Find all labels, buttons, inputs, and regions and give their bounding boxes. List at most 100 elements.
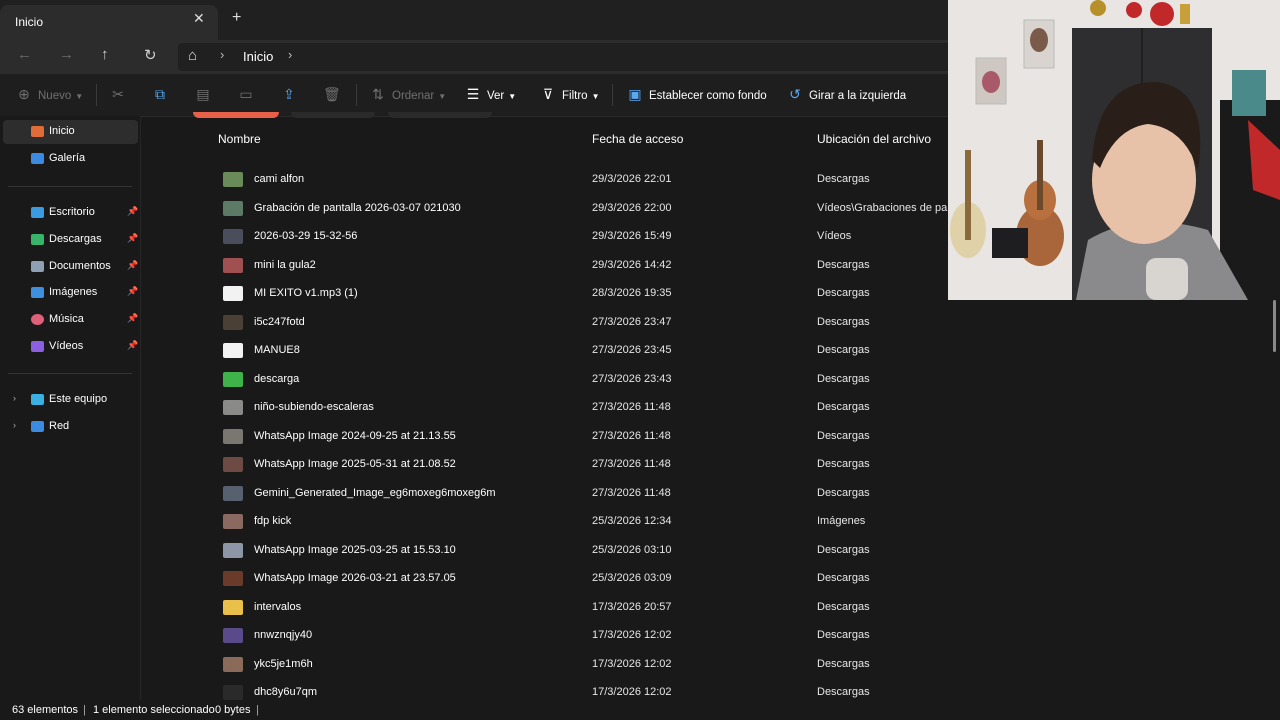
home-icon[interactable]: ⌂ (188, 47, 197, 64)
file-thumbnail-icon (223, 343, 243, 358)
sidebar-item-imagenes[interactable]: Imágenes 📌 (3, 281, 138, 305)
view-button[interactable]: ☰ Ver ▼ (465, 86, 516, 103)
file-name: WhatsApp Image 2025-05-31 at 21.08.52 (254, 458, 456, 470)
video-icon (31, 341, 44, 352)
rotate-left-button[interactable]: ↺ Girar a la izquierda (787, 86, 906, 103)
sort-button[interactable]: ⇅ Ordenar ▼ (370, 86, 446, 103)
arrow-up-icon[interactable]: ↑ (101, 46, 109, 63)
file-thumbnail-icon (223, 514, 243, 529)
divider (612, 84, 613, 106)
file-location: Descargas (817, 572, 870, 584)
refresh-icon[interactable]: ↻ (144, 46, 157, 64)
file-thumbnail-icon (223, 685, 243, 700)
pin-icon[interactable]: 📌 (127, 340, 138, 351)
status-separator: | (83, 704, 86, 716)
file-row[interactable]: Gemini_Generated_Image_eg6moxeg6moxeg6m 2… (141, 479, 1280, 507)
sidebar-item-red[interactable]: › Red (3, 415, 138, 439)
sidebar-item-este-equipo[interactable]: › Este equipo (3, 388, 138, 412)
chevron-right-icon[interactable]: › (13, 393, 16, 403)
file-location: Descargas (817, 686, 870, 698)
file-row[interactable]: WhatsApp Image 2024-09-25 at 21.13.55 27/… (141, 422, 1280, 450)
selection-count: 1 elemento seleccionado (93, 704, 215, 716)
file-location: Descargas (817, 258, 870, 271)
set-background-button[interactable]: ▣ Establecer como fondo (627, 86, 766, 103)
sidebar-item-galeria[interactable]: Galería (3, 147, 138, 171)
file-row[interactable]: i5c247fotd 27/3/2026 23:47 Descargas (141, 308, 1280, 336)
file-thumbnail-icon (223, 542, 243, 558)
file-location: Vídeos (817, 230, 852, 242)
sidebar-item-inicio[interactable]: Inicio (3, 120, 138, 144)
pin-icon[interactable]: 📌 (127, 260, 138, 271)
music-icon (31, 314, 44, 325)
file-accessed-date: 17/3/2026 12:02 (592, 686, 672, 698)
file-name: mini la gula2 (254, 258, 316, 271)
file-row[interactable]: MANUE8 27/3/2026 23:45 Descargas (141, 336, 1280, 364)
file-row[interactable]: WhatsApp Image 2025-03-25 at 15.53.10 25/… (141, 536, 1280, 564)
column-header-name[interactable]: Nombre (218, 132, 261, 146)
rename-icon[interactable]: ▭ (238, 86, 260, 103)
pin-icon[interactable]: 📌 (127, 233, 138, 244)
chevron-right-icon[interactable]: › (220, 47, 224, 62)
arrow-left-icon[interactable]: ← (17, 46, 32, 63)
tab-title: Inicio (15, 15, 44, 29)
file-accessed-date: 28/3/2026 19:35 (592, 287, 672, 299)
address-bar[interactable]: ⌂ › Inicio › (178, 43, 958, 71)
chevron-right-icon[interactable]: › (288, 47, 292, 62)
file-thumbnail-icon (223, 200, 243, 216)
tab-inicio[interactable]: Inicio ✕ (0, 5, 218, 40)
file-row[interactable]: WhatsApp Image 2025-05-31 at 21.08.52 27/… (141, 450, 1280, 478)
file-row[interactable]: intervalos 17/3/2026 20:57 Descargas (141, 593, 1280, 621)
trash-icon[interactable]: 🗑 (323, 86, 345, 103)
file-thumbnail-icon (223, 257, 243, 273)
filter-chip[interactable] (388, 112, 492, 118)
file-accessed-date: 27/3/2026 23:47 (592, 315, 672, 328)
file-name: WhatsApp Image 2026-03-21 at 23.57.05 (254, 572, 456, 584)
sidebar-item-musica[interactable]: Música 📌 (3, 308, 138, 332)
file-accessed-date: 17/3/2026 12:02 (592, 629, 672, 641)
arrow-right-icon[interactable]: → (59, 46, 74, 63)
paste-icon[interactable]: ▤ (195, 86, 217, 103)
file-accessed-date: 25/3/2026 12:34 (592, 515, 672, 527)
rotate-left-icon: ↺ (789, 86, 801, 102)
plus-icon[interactable]: + (232, 9, 241, 27)
sidebar-item-descargas[interactable]: Descargas 📌 (3, 228, 138, 252)
scissors-icon[interactable]: ✂ (110, 86, 132, 103)
sidebar-item-escritorio[interactable]: Escritorio 📌 (3, 201, 138, 225)
pin-icon[interactable]: 📌 (127, 206, 138, 217)
file-thumbnail-icon (223, 400, 243, 415)
sidebar-item-documentos[interactable]: Documentos 📌 (3, 255, 138, 279)
column-header-location[interactable]: Ubicación del archivo (817, 132, 931, 146)
pin-icon[interactable]: 📌 (127, 286, 138, 297)
status-separator: | (256, 704, 259, 716)
share-icon[interactable]: ⇪ (281, 86, 303, 103)
close-icon[interactable]: ✕ (193, 10, 205, 27)
sidebar-item-videos[interactable]: Vídeos 📌 (3, 335, 138, 359)
pictures-icon (31, 287, 44, 298)
file-name: WhatsApp Image 2025-03-25 at 15.53.10 (254, 543, 456, 556)
webcam-image (948, 0, 1280, 300)
file-row[interactable]: ykc5je1m6h 17/3/2026 12:02 Descargas (141, 650, 1280, 678)
divider (96, 84, 97, 106)
chevron-right-icon[interactable]: › (13, 420, 16, 430)
scrollbar-thumb[interactable] (1273, 300, 1276, 352)
file-row[interactable]: nnwznqjy40 17/3/2026 12:02 Descargas (141, 621, 1280, 649)
file-thumbnail-icon (223, 428, 243, 444)
file-location: Descargas (817, 315, 870, 328)
file-thumbnail-icon (223, 457, 243, 472)
filter-button[interactable]: ⊽ Filtro ▼ (540, 86, 600, 103)
document-icon (31, 261, 44, 272)
file-row[interactable]: fdp kick 25/3/2026 12:34 Imágenes (141, 507, 1280, 535)
new-button[interactable]: ⊕ Nuevo ▼ (16, 86, 83, 103)
file-location: Descargas (817, 372, 870, 385)
pin-icon[interactable]: 📌 (127, 313, 138, 324)
file-location: Imágenes (817, 515, 866, 527)
copy-icon[interactable]: ⧉ (152, 86, 174, 103)
filter-chip[interactable] (193, 112, 279, 118)
file-row[interactable]: niño-subiendo-escaleras 27/3/2026 11:48 De… (141, 393, 1280, 421)
breadcrumb-inicio[interactable]: Inicio (243, 49, 273, 64)
column-header-date[interactable]: Fecha de acceso (592, 132, 683, 146)
file-row[interactable]: WhatsApp Image 2026-03-21 at 23.57.05 25/… (141, 564, 1280, 592)
file-row[interactable]: descarga 27/3/2026 23:43 Descargas (141, 365, 1280, 393)
filter-chip[interactable] (291, 112, 375, 118)
file-thumbnail-icon (223, 229, 243, 244)
